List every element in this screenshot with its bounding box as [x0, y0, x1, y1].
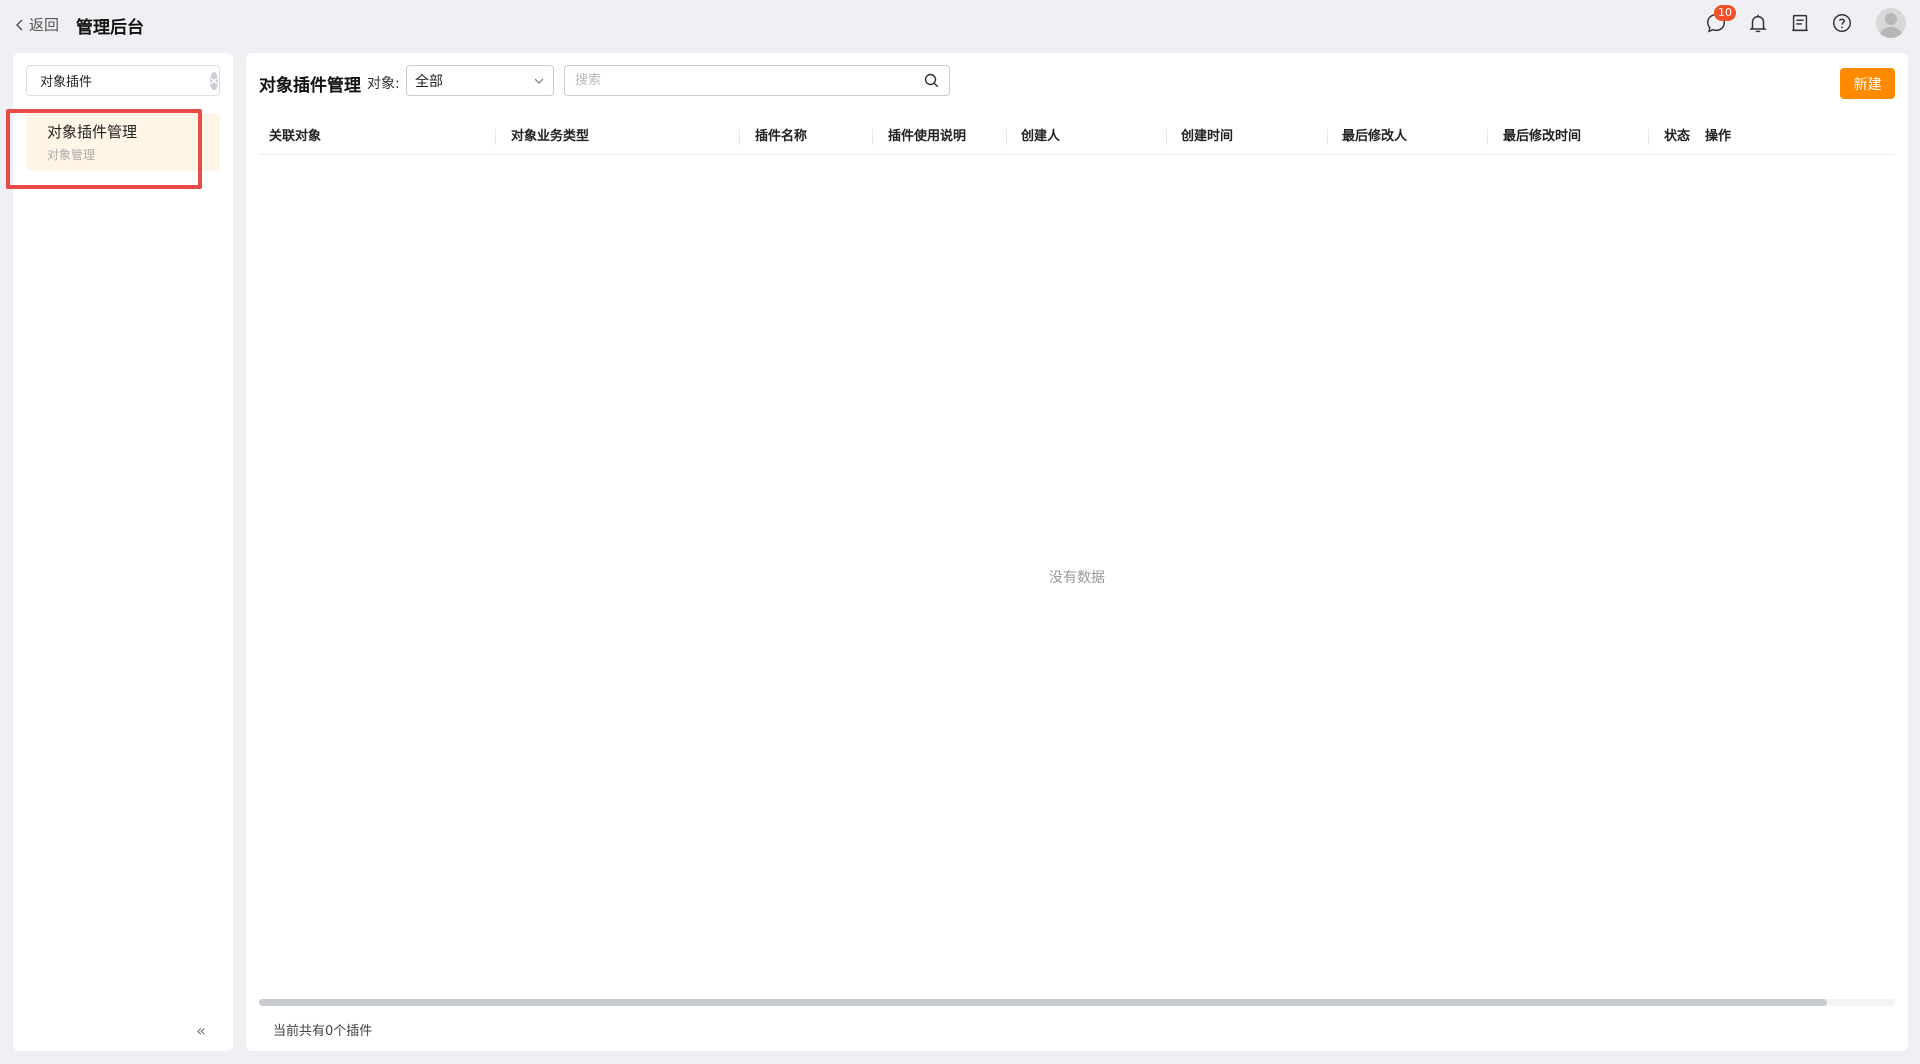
top-bar: 返回 管理后台 10 — [0, 0, 1920, 50]
column-separator — [872, 129, 873, 145]
avatar-head — [1885, 13, 1897, 25]
sidebar: 对象插件管理 对象管理 « — [13, 53, 233, 1051]
search-icon[interactable] — [924, 73, 939, 88]
column-header-related-object[interactable]: 关联对象 — [259, 119, 321, 155]
help-icon — [1833, 14, 1851, 32]
chat-badge: 10 — [1714, 5, 1736, 21]
notification-button[interactable] — [1746, 11, 1770, 35]
column-separator — [1006, 129, 1007, 145]
object-filter-value: 全部 — [415, 73, 443, 90]
back-button[interactable]: 返回 — [14, 14, 59, 35]
column-header-last-modifier[interactable]: 最后修改人 — [1332, 119, 1407, 155]
object-filter-select[interactable]: 全部 — [406, 65, 554, 96]
column-header-plugin-name[interactable]: 插件名称 — [745, 119, 807, 155]
column-header-creator[interactable]: 创建人 — [1011, 119, 1060, 155]
column-header-status[interactable]: 状态 — [1654, 119, 1690, 155]
sidebar-search — [26, 65, 220, 96]
column-separator — [1166, 129, 1167, 145]
column-separator — [739, 129, 740, 145]
plugin-count-text: 当前共有0个插件 — [273, 1024, 373, 1039]
sidebar-item-sublabel: 对象管理 — [47, 148, 96, 162]
page-title: 对象插件管理 — [259, 76, 361, 96]
inbox-button[interactable] — [1788, 11, 1812, 35]
column-separator — [1487, 129, 1488, 145]
back-label: 返回 — [29, 16, 60, 34]
horizontal-scrollbar[interactable] — [259, 999, 1895, 1006]
help-button[interactable] — [1830, 11, 1854, 35]
empty-state-text: 没有数据 — [1049, 570, 1105, 586]
column-header-business-type[interactable]: 对象业务类型 — [501, 119, 589, 155]
close-icon — [210, 76, 218, 85]
main-panel: 对象插件管理 对象: 全部 新建 关联对象 对象业务类型 插件名称 插件使用说明… — [246, 53, 1908, 1051]
clear-search-button[interactable] — [210, 71, 218, 90]
top-icons: 10 — [1704, 5, 1906, 38]
sidebar-item-label: 对象插件管理 — [47, 123, 138, 141]
column-header-plugin-description[interactable]: 插件使用说明 — [878, 119, 966, 155]
bell-icon — [1749, 14, 1767, 33]
object-filter-label: 对象: — [367, 76, 400, 92]
avatar-body — [1880, 27, 1902, 38]
chat-button[interactable]: 10 — [1704, 5, 1736, 35]
chevron-down-icon — [534, 78, 544, 84]
table-header: 关联对象 对象业务类型 插件名称 插件使用说明 创建人 创建时间 最后修改人 最… — [259, 119, 1895, 155]
collapse-sidebar-button[interactable]: « — [196, 1021, 206, 1040]
column-header-created-time[interactable]: 创建时间 — [1171, 119, 1233, 155]
new-button[interactable]: 新建 — [1840, 68, 1895, 99]
sidebar-item-object-plugin-management[interactable]: 对象插件管理 对象管理 — [26, 113, 220, 171]
column-header-last-modified-time[interactable]: 最后修改时间 — [1493, 119, 1581, 155]
column-separator — [1327, 129, 1328, 145]
app-title: 管理后台 — [76, 18, 144, 38]
scrollbar-thumb[interactable] — [259, 999, 1827, 1006]
column-separator — [1648, 129, 1649, 145]
search-input[interactable] — [575, 73, 924, 88]
sidebar-search-input[interactable] — [40, 73, 210, 88]
search-box — [564, 65, 950, 96]
inbox-icon — [1792, 14, 1808, 32]
column-separator — [495, 129, 496, 145]
avatar[interactable] — [1876, 8, 1906, 38]
chevron-left-icon — [15, 18, 23, 31]
column-header-actions[interactable]: 操作 — [1695, 119, 1731, 155]
